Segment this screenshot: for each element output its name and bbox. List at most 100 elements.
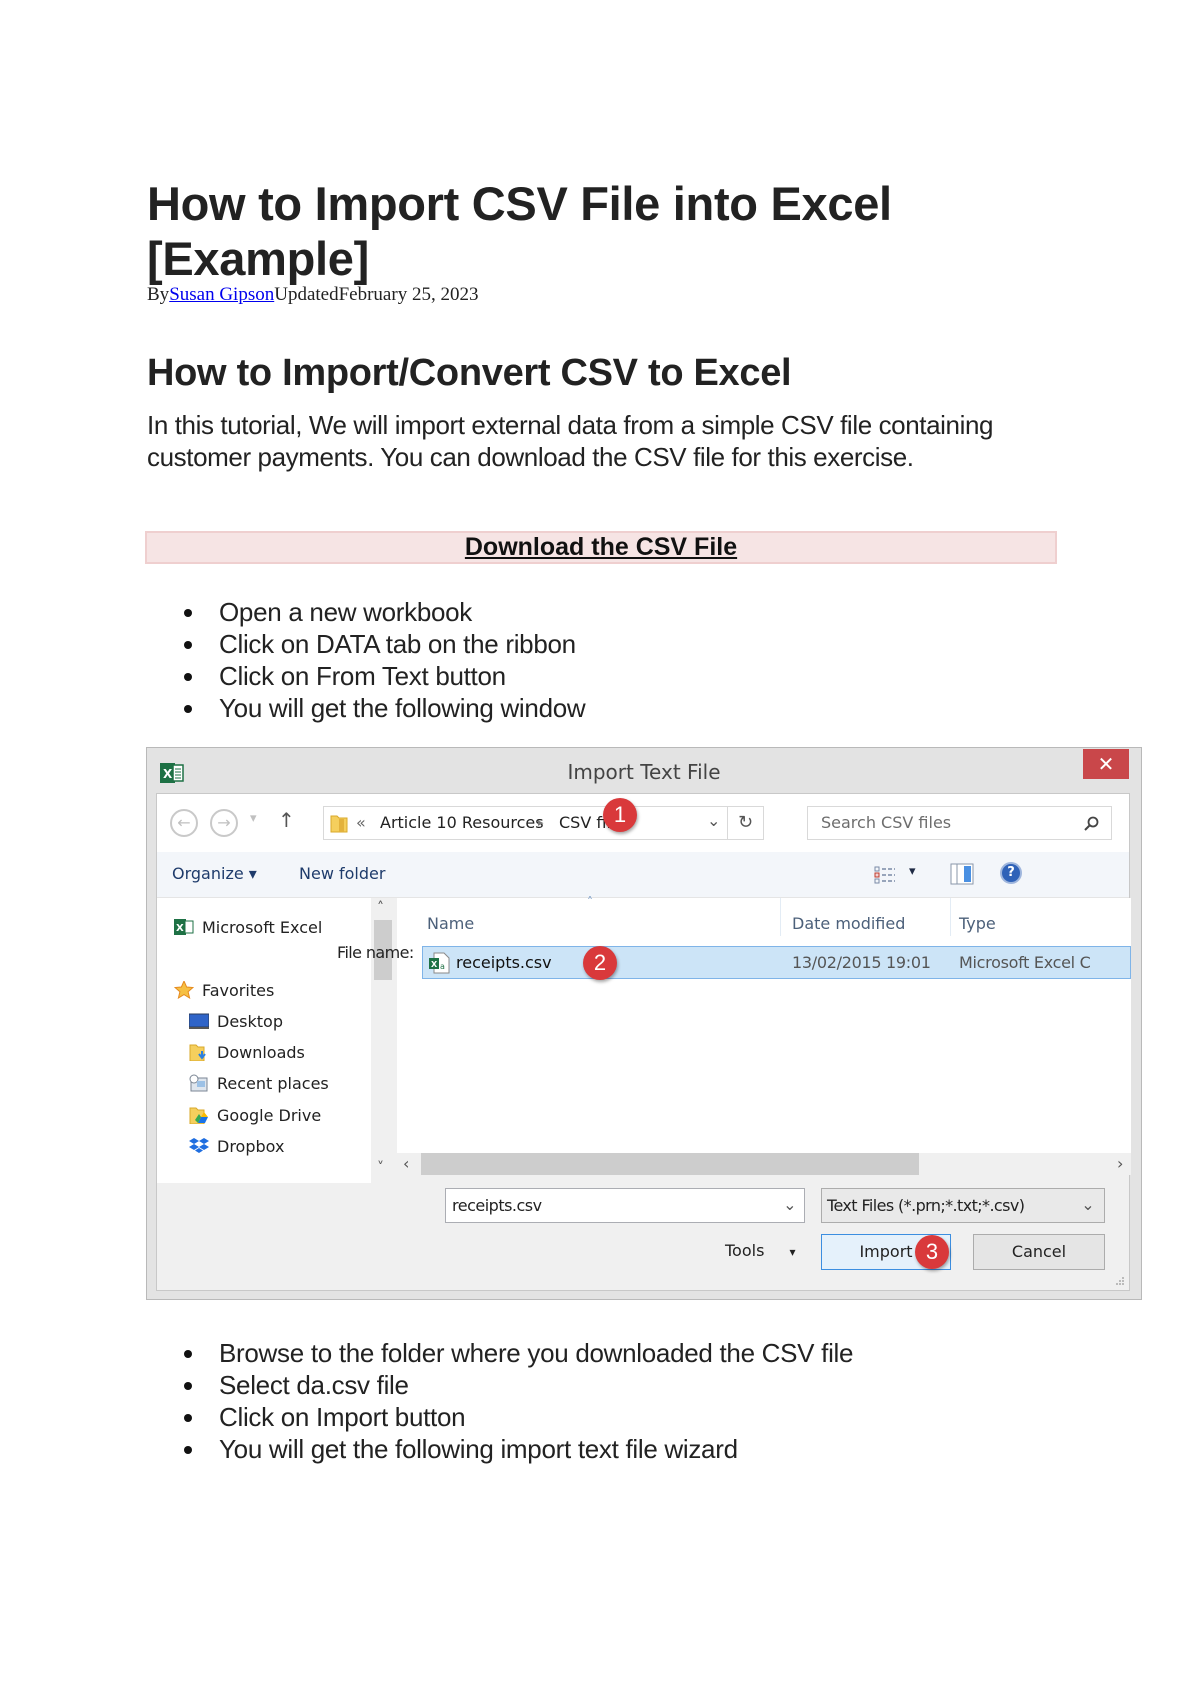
- new-folder-button[interactable]: New folder: [299, 864, 385, 883]
- scroll-left-icon[interactable]: ‹: [403, 1153, 409, 1175]
- organize-button[interactable]: Organize ▾: [172, 864, 257, 883]
- steps-list-before: Open a new workbook Click on DATA tab on…: [147, 596, 586, 724]
- scroll-up-icon[interactable]: ˄: [377, 900, 384, 916]
- search-placeholder: Search CSV files: [821, 813, 952, 832]
- breadcrumb-overflow[interactable]: «: [356, 807, 366, 839]
- back-button[interactable]: ←: [170, 809, 198, 837]
- help-icon: ?: [1007, 865, 1015, 880]
- file-name-dropdown-icon[interactable]: ⌄: [783, 1188, 796, 1221]
- updated-label: Updated: [274, 284, 339, 305]
- list-item: Click on DATA tab on the ribbon: [147, 628, 585, 660]
- file-type: Microsoft Excel C: [959, 953, 1091, 972]
- intro-paragraph: In this tutorial, We will import externa…: [147, 410, 994, 472]
- list-item: Select da.csv file: [147, 1369, 853, 1401]
- up-button[interactable]: ↑: [278, 808, 295, 832]
- star-icon: [174, 981, 194, 999]
- callout-badge-1: 1: [603, 798, 637, 832]
- file-name: receipts.csv: [456, 953, 552, 972]
- dropbox-icon: [189, 1138, 209, 1153]
- author-link[interactable]: Susan Gipson: [169, 284, 274, 305]
- column-header-date-modified[interactable]: Date modified: [792, 914, 905, 933]
- scroll-down-icon[interactable]: ˅: [377, 1160, 384, 1176]
- byline-prefix: By: [147, 284, 170, 305]
- desktop-icon: [189, 1013, 209, 1029]
- sidebar-item-label: Favorites: [202, 981, 275, 1000]
- refresh-button[interactable]: ↻: [728, 806, 764, 840]
- page-title: How to Import CSV File into Excel [Examp…: [147, 177, 892, 285]
- callout-badge-2: 2: [583, 946, 617, 980]
- scrollbar-thumb[interactable]: [421, 1153, 919, 1175]
- file-name-input[interactable]: receipts.csv ⌄: [445, 1188, 805, 1223]
- up-arrow-icon: ↑: [278, 808, 295, 832]
- byline: BySusan GipsonUpdatedFebruary 25, 2023: [147, 284, 478, 306]
- help-button[interactable]: ?: [1000, 862, 1022, 884]
- sidebar-item-label: Google Drive: [217, 1106, 322, 1125]
- svg-text:X: X: [431, 960, 438, 969]
- sidebar-item-favorites[interactable]: Favorites: [174, 981, 274, 1001]
- dialog-title: Import Text File: [567, 760, 721, 784]
- sidebar-item-label: Recent places: [217, 1074, 329, 1093]
- file-date-modified: 13/02/2015 19:01: [792, 953, 931, 972]
- cancel-button[interactable]: Cancel: [973, 1234, 1105, 1270]
- tools-label: Tools: [725, 1241, 765, 1260]
- view-dropdown-icon[interactable]: ▾: [909, 864, 916, 879]
- sidebar-item-recent-places[interactable]: Recent places: [189, 1074, 329, 1094]
- google-drive-folder-icon: [189, 1107, 208, 1124]
- file-name-value: receipts.csv: [452, 1196, 542, 1215]
- back-arrow-icon: ←: [177, 813, 191, 832]
- sidebar-item-label: Microsoft Excel: [202, 918, 323, 937]
- list-item: You will get the following import text f…: [147, 1433, 853, 1465]
- search-input[interactable]: Search CSV files: [807, 806, 1112, 840]
- list-item: Click on From Text button: [147, 660, 585, 692]
- csv-file-icon: X a: [429, 952, 450, 974]
- forward-button[interactable]: →: [210, 809, 238, 837]
- column-divider[interactable]: [780, 898, 781, 936]
- callout-badge-3: 3: [915, 1235, 949, 1269]
- sidebar-item-dropbox[interactable]: Dropbox: [189, 1137, 284, 1157]
- file-type-select[interactable]: Text Files (*.prn;*.txt;*.csv) ⌄: [821, 1188, 1105, 1223]
- breadcrumb-separator-icon[interactable]: ▸: [538, 807, 544, 839]
- file-list-horizontal-scrollbar[interactable]: ‹ ›: [397, 1153, 1131, 1175]
- sort-ascending-icon: ˄: [587, 895, 593, 909]
- column-header-name[interactable]: Name: [427, 914, 474, 933]
- resize-grip-icon[interactable]: [1115, 1276, 1125, 1286]
- column-divider[interactable]: [950, 898, 951, 936]
- tools-menu-button[interactable]: Tools ▾: [725, 1234, 796, 1270]
- sidebar-item-google-drive[interactable]: Google Drive: [189, 1106, 321, 1126]
- sidebar-item-desktop[interactable]: Desktop: [189, 1012, 283, 1032]
- svg-text:a: a: [440, 962, 445, 971]
- updated-date: February 25, 2023: [338, 284, 479, 305]
- chevron-down-icon: ▾: [250, 811, 257, 826]
- steps-list-after: Browse to the folder where you downloade…: [147, 1337, 853, 1465]
- download-box: Download the CSV File: [145, 531, 1057, 564]
- folder-icon: [330, 815, 348, 833]
- downloads-folder-icon: [189, 1044, 206, 1061]
- forward-arrow-icon: →: [217, 813, 231, 832]
- recent-locations-button[interactable]: ▾: [250, 811, 257, 826]
- svg-text:X: X: [176, 923, 184, 934]
- sidebar-item-label: Desktop: [217, 1012, 283, 1031]
- close-button[interactable]: ✕: [1083, 749, 1129, 779]
- address-bar[interactable]: « Article 10 Resources ▸ CSV files ⌄: [323, 806, 728, 840]
- search-icon[interactable]: [1083, 816, 1099, 832]
- breadcrumb-item[interactable]: Article 10 Resources: [380, 807, 544, 839]
- address-dropdown-icon[interactable]: ⌄: [707, 805, 720, 837]
- sidebar-item-label: Dropbox: [217, 1137, 285, 1156]
- excel-icon: X: [174, 919, 194, 935]
- list-item: Open a new workbook: [147, 596, 585, 628]
- scroll-right-icon[interactable]: ›: [1117, 1153, 1123, 1175]
- column-header-type[interactable]: Type: [959, 914, 996, 933]
- section-heading: How to Import/Convert CSV to Excel: [147, 352, 792, 394]
- preview-pane-icon[interactable]: [950, 863, 974, 885]
- dialog-body: ← → ▾ ↑ « Article 10 Resources ▸ CSV fil…: [156, 793, 1131, 1291]
- recent-places-icon: [189, 1074, 208, 1092]
- sidebar-item-microsoft-excel[interactable]: X Microsoft Excel: [174, 918, 322, 938]
- file-type-value: Text Files (*.prn;*.txt;*.csv): [827, 1196, 1025, 1215]
- view-options-icon[interactable]: [874, 866, 896, 884]
- download-csv-link[interactable]: Download the CSV File: [465, 533, 737, 561]
- sidebar-scrollbar[interactable]: ˄ ˅: [371, 898, 395, 1183]
- close-icon: ✕: [1097, 752, 1115, 776]
- file-row-selected[interactable]: X a receipts.csv 13/02/2015 19:01 Micros…: [422, 946, 1131, 980]
- sidebar-item-downloads[interactable]: Downloads: [189, 1043, 305, 1063]
- file-type-dropdown-icon[interactable]: ⌄: [1081, 1188, 1094, 1221]
